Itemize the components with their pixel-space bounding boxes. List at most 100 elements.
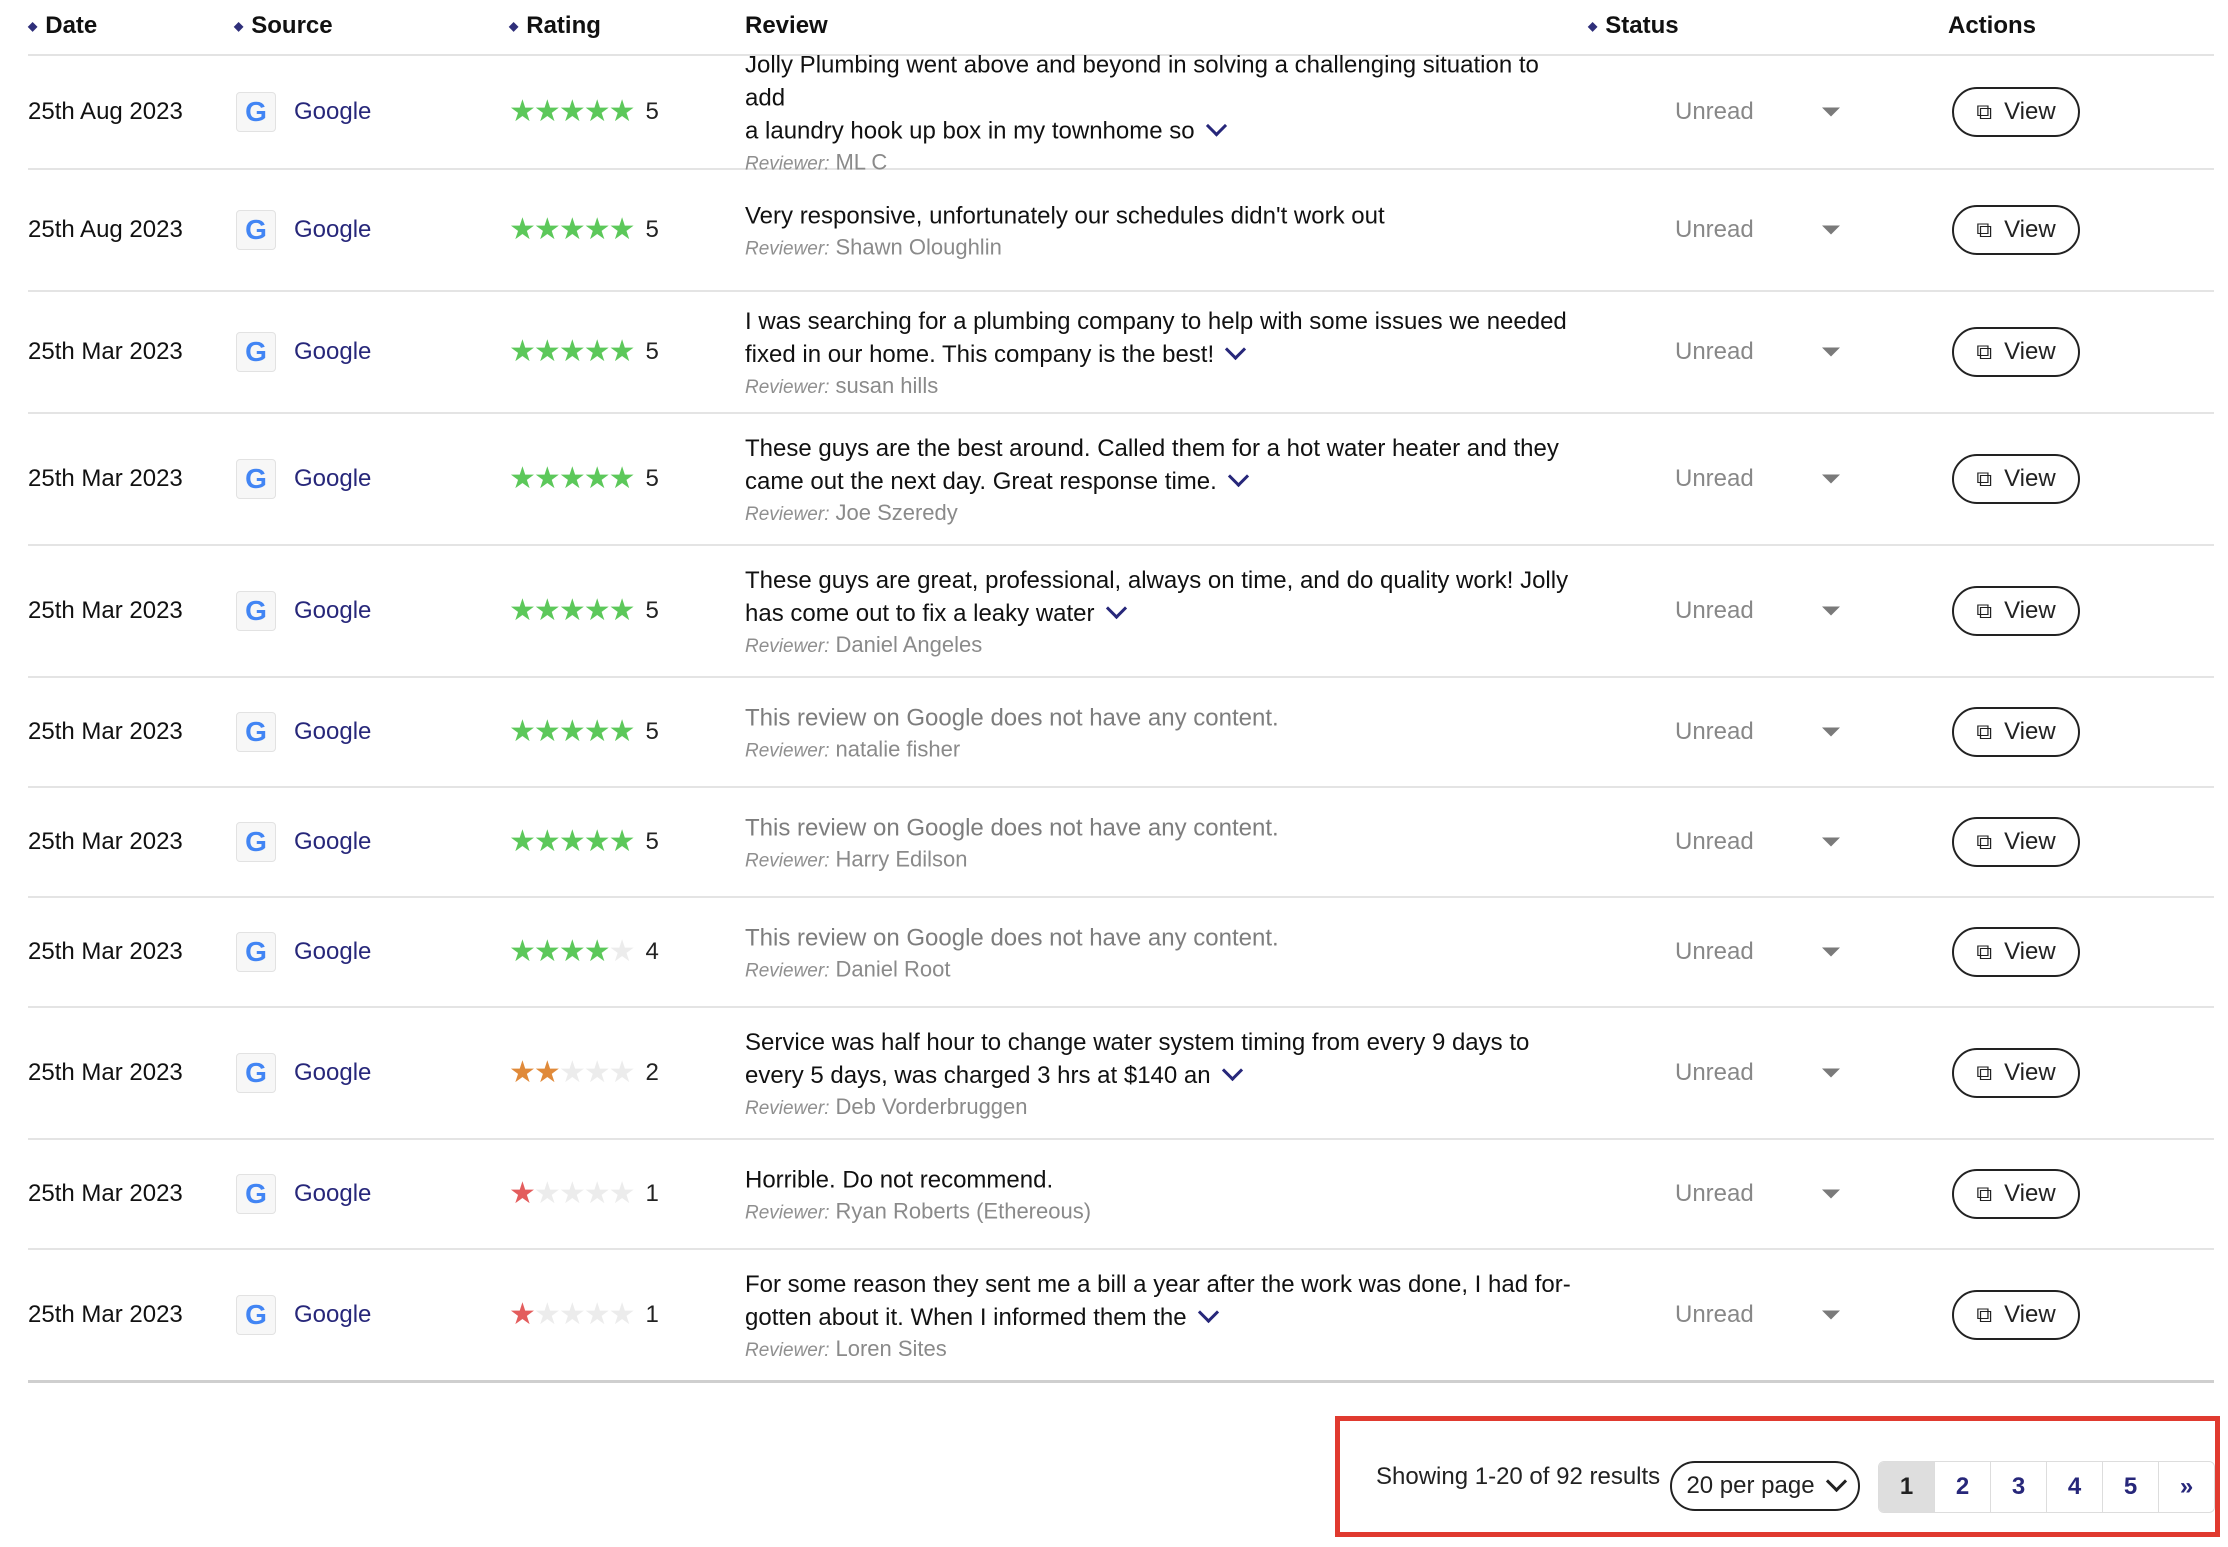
view-button[interactable]: ⧉ View bbox=[1952, 1048, 2080, 1098]
star-filled-icon: ★ bbox=[533, 213, 561, 246]
review-cell: This review on Google does not have any … bbox=[745, 812, 1575, 873]
view-button[interactable]: ⧉ View bbox=[1952, 1290, 2080, 1340]
source-link[interactable]: Google bbox=[294, 828, 371, 856]
source-link[interactable]: Google bbox=[294, 1180, 371, 1208]
rating-cell: ★★★★★ 5 bbox=[509, 827, 659, 857]
source-link[interactable]: Google bbox=[294, 1301, 371, 1329]
source-cell: G Google bbox=[236, 459, 371, 499]
view-button[interactable]: ⧉ View bbox=[1952, 707, 2080, 757]
status-select[interactable]: Unread bbox=[1675, 597, 1754, 625]
source-link[interactable]: Google bbox=[294, 597, 371, 625]
source-cell: G Google bbox=[236, 1053, 371, 1093]
expand-review-icon[interactable] bbox=[1221, 1059, 1243, 1082]
external-link-icon: ⧉ bbox=[1976, 939, 1993, 964]
rating-value: 5 bbox=[645, 597, 659, 624]
view-button[interactable]: ⧉ View bbox=[1952, 454, 2080, 504]
source-link[interactable]: Google bbox=[294, 338, 371, 366]
review-text: Very responsive, unfortunately our sched… bbox=[745, 200, 1575, 233]
sort-icon[interactable]: ◆ bbox=[1588, 19, 1597, 33]
caret-down-icon[interactable] bbox=[1822, 1189, 1840, 1199]
expand-review-icon[interactable] bbox=[1227, 465, 1249, 488]
status-select[interactable]: Unread bbox=[1675, 938, 1754, 966]
reviewer-line: Reviewer: Deb Vorderbruggen bbox=[745, 1094, 1575, 1120]
caret-down-icon[interactable] bbox=[1822, 347, 1840, 357]
view-button-label: View bbox=[2004, 718, 2056, 745]
review-text-line: fixed in our home. This company is the b… bbox=[745, 341, 1215, 368]
source-link[interactable]: Google bbox=[294, 98, 371, 126]
source-column-header[interactable]: ◆ Source bbox=[234, 12, 333, 40]
sort-icon[interactable]: ◆ bbox=[28, 19, 37, 33]
page-link-4[interactable]: 4 bbox=[2047, 1462, 2103, 1512]
source-link[interactable]: Google bbox=[294, 718, 371, 746]
expand-review-icon[interactable] bbox=[1197, 1301, 1219, 1324]
expand-review-icon[interactable] bbox=[1105, 597, 1127, 620]
review-text-line: gotten about it. When I informed them th… bbox=[745, 1304, 1187, 1331]
rating-cell: ★★★★★ 2 bbox=[509, 1058, 659, 1088]
status-select[interactable]: Unread bbox=[1675, 1301, 1754, 1329]
review-cell: Jolly Plumbing went above and beyond in … bbox=[745, 49, 1575, 176]
source-link[interactable]: Google bbox=[294, 465, 371, 493]
sort-icon[interactable]: ◆ bbox=[234, 19, 243, 33]
caret-down-icon[interactable] bbox=[1822, 1068, 1840, 1078]
rating-value: 5 bbox=[645, 718, 659, 745]
star-filled-icon: ★ bbox=[509, 825, 536, 858]
caret-down-icon[interactable] bbox=[1822, 474, 1840, 484]
view-button[interactable]: ⧉ View bbox=[1952, 927, 2080, 977]
sort-icon[interactable]: ◆ bbox=[509, 19, 518, 33]
page-link-5[interactable]: 5 bbox=[2103, 1462, 2159, 1512]
reviewer-label: Reviewer: bbox=[745, 238, 830, 260]
caret-down-icon[interactable] bbox=[1822, 225, 1840, 235]
expand-review-icon[interactable] bbox=[1225, 338, 1247, 361]
source-link[interactable]: Google bbox=[294, 1059, 371, 1087]
table-row: 25th Mar 2023 G Google ★★★★★ 5 This review on… bbox=[28, 788, 2214, 898]
chevron-down-icon bbox=[1825, 1470, 1847, 1492]
status-select[interactable]: Unread bbox=[1675, 1180, 1754, 1208]
star-filled-icon: ★ bbox=[509, 1056, 536, 1089]
view-button[interactable]: ⧉ View bbox=[1952, 586, 2080, 636]
review-cell: This review on Google does not have any … bbox=[745, 922, 1575, 983]
google-logo-icon: G bbox=[236, 822, 276, 862]
page-link-2[interactable]: 2 bbox=[1935, 1462, 1991, 1512]
caret-down-icon[interactable] bbox=[1822, 727, 1840, 737]
caret-down-icon[interactable] bbox=[1822, 107, 1840, 117]
status-select[interactable]: Unread bbox=[1675, 1059, 1754, 1087]
date-column-header[interactable]: ◆ Date bbox=[28, 12, 97, 40]
view-button[interactable]: ⧉ View bbox=[1952, 327, 2080, 377]
page-link-3[interactable]: 3 bbox=[1991, 1462, 2047, 1512]
caret-down-icon[interactable] bbox=[1822, 837, 1840, 847]
source-link[interactable]: Google bbox=[294, 216, 371, 244]
view-button[interactable]: ⧉ View bbox=[1952, 87, 2080, 137]
source-cell: G Google bbox=[236, 712, 371, 752]
status-column-header[interactable]: ◆ Status bbox=[1588, 12, 1679, 40]
status-select[interactable]: Unread bbox=[1675, 718, 1754, 746]
status-select[interactable]: Unread bbox=[1675, 216, 1754, 244]
external-link-icon: ⧉ bbox=[1976, 1181, 1993, 1206]
page-link-1[interactable]: 1 bbox=[1879, 1462, 1935, 1512]
star-filled-icon: ★ bbox=[608, 213, 636, 246]
view-button-label: View bbox=[2004, 338, 2056, 365]
view-button[interactable]: ⧉ View bbox=[1952, 205, 2080, 255]
reviewer-label: Reviewer: bbox=[745, 636, 830, 657]
status-select[interactable]: Unread bbox=[1675, 465, 1754, 493]
view-button-label: View bbox=[2004, 938, 2056, 965]
status-select[interactable]: Unread bbox=[1675, 98, 1754, 126]
expand-review-icon[interactable] bbox=[1205, 115, 1227, 137]
rating-column-header[interactable]: ◆ Rating bbox=[509, 12, 601, 40]
table-body: 25th Aug 2023 G Google ★★★★★ 5 Jolly Plumbing… bbox=[28, 52, 2214, 1383]
status-select[interactable]: Unread bbox=[1675, 828, 1754, 856]
status-select[interactable]: Unread bbox=[1675, 338, 1754, 366]
caret-down-icon[interactable] bbox=[1822, 947, 1840, 957]
google-logo-icon: G bbox=[236, 210, 276, 250]
reviewer-label: Reviewer: bbox=[745, 850, 830, 872]
caret-down-icon[interactable] bbox=[1822, 606, 1840, 616]
source-link[interactable]: Google bbox=[294, 938, 371, 966]
caret-down-icon[interactable] bbox=[1822, 1310, 1840, 1320]
rating-value: 5 bbox=[645, 828, 659, 855]
per-page-select[interactable]: 20 per page bbox=[1670, 1461, 1860, 1511]
view-button[interactable]: ⧉ View bbox=[1952, 817, 2080, 867]
next-page-icon[interactable]: » bbox=[2159, 1462, 2214, 1512]
star-filled-icon: ★ bbox=[533, 462, 561, 495]
review-text-line: This review on Google does not have any … bbox=[745, 924, 1279, 952]
view-button[interactable]: ⧉ View bbox=[1952, 1169, 2080, 1219]
rating-cell: ★★★★★ 5 bbox=[509, 97, 659, 127]
